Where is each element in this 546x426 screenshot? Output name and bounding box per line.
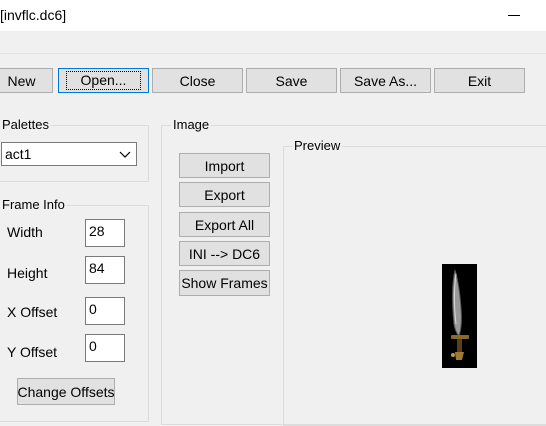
minimize-button[interactable] xyxy=(502,0,528,31)
title-bar: [invflc.dc6] xyxy=(0,0,546,31)
save-as-button[interactable]: Save As... xyxy=(340,68,431,93)
show-frames-button-label: Show Frames xyxy=(181,275,268,291)
save-as-button-label: Save As... xyxy=(353,72,418,89)
new-button-label: New xyxy=(7,72,36,89)
window-title: [invflc.dc6] xyxy=(0,7,67,23)
sword-icon xyxy=(451,269,469,360)
close-button[interactable]: Close xyxy=(152,68,243,93)
open-button-label: Open... xyxy=(65,71,142,90)
height-field[interactable]: 84 xyxy=(85,256,125,284)
ini-to-dc6-button-label: INI --> DC6 xyxy=(188,245,261,262)
exit-button-label: Exit xyxy=(467,72,492,89)
height-label: Height xyxy=(7,265,48,281)
ini-to-dc6-button[interactable]: INI --> DC6 xyxy=(179,241,270,266)
change-offsets-button-label: Change Offsets xyxy=(17,383,115,400)
palette-select-value: act1 xyxy=(5,146,32,162)
export-button-label: Export xyxy=(204,186,245,203)
show-frames-button[interactable]: Show Frames xyxy=(179,270,270,296)
width-field[interactable]: 28 xyxy=(85,219,125,247)
close-button-label: Close xyxy=(179,72,216,89)
minimize-icon xyxy=(508,15,520,16)
palettes-group-label: Palettes xyxy=(0,117,51,132)
x-offset-field[interactable]: 0 xyxy=(85,297,125,325)
new-button[interactable]: New xyxy=(0,68,53,93)
preview-group xyxy=(283,146,546,426)
change-offsets-button[interactable]: Change Offsets xyxy=(17,378,115,405)
save-button-label: Save xyxy=(275,72,308,89)
save-button[interactable]: Save xyxy=(246,68,337,93)
export-button[interactable]: Export xyxy=(179,182,270,207)
image-group-label: Image xyxy=(171,117,212,132)
open-button[interactable]: Open... xyxy=(58,68,149,93)
sprite-preview xyxy=(442,264,477,368)
frame-info-group-label: Frame Info xyxy=(0,197,67,212)
preview-group-label: Preview xyxy=(292,138,343,153)
exit-button[interactable]: Exit xyxy=(434,68,525,93)
export-all-button[interactable]: Export All xyxy=(179,212,270,237)
y-offset-field[interactable]: 0 xyxy=(85,334,125,362)
palette-select[interactable]: act1 xyxy=(1,142,137,166)
export-all-button-label: Export All xyxy=(194,216,255,233)
import-button-label: Import xyxy=(204,157,245,174)
y-offset-label: Y Offset xyxy=(7,344,58,360)
import-button[interactable]: Import xyxy=(179,153,270,178)
width-label: Width xyxy=(7,224,43,240)
chevron-down-icon xyxy=(119,151,131,158)
x-offset-label: X Offset xyxy=(7,304,58,320)
menu-band xyxy=(0,31,546,54)
